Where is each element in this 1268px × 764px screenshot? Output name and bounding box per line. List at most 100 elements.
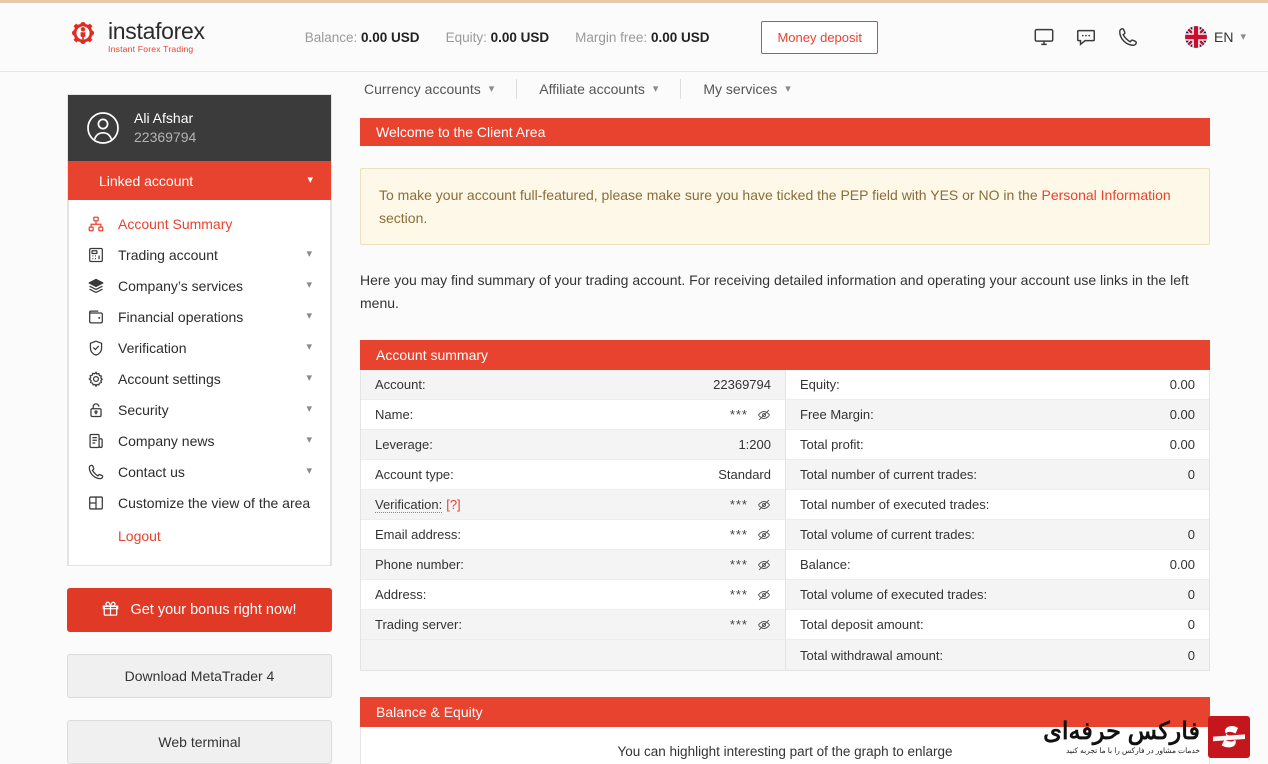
row-value: 0.00 xyxy=(1169,407,1195,423)
layout-icon xyxy=(87,494,105,512)
uk-flag-icon xyxy=(1185,26,1208,48)
sidebar-item-trading-account[interactable]: Trading account ▾ xyxy=(69,239,330,270)
row-value: 0.00 xyxy=(1169,437,1195,453)
sidebar-item-security[interactable]: Security ▾ xyxy=(69,394,330,425)
stat-margin-free-value: 0.00 USD xyxy=(650,29,710,45)
watermark-title: فارکس حرفه‌ای xyxy=(1043,717,1201,745)
gear-icon xyxy=(87,370,105,388)
phone-icon[interactable] xyxy=(1117,26,1139,48)
row-label: Leverage: xyxy=(375,437,433,453)
row-label: Address: xyxy=(375,587,427,603)
sidebar-item-label: Security xyxy=(118,401,169,418)
table-row: Account type: Standard xyxy=(361,460,785,491)
news-icon xyxy=(87,432,105,450)
sidebar-item-label: Trading account xyxy=(118,246,218,263)
intro-text: Here you may find summary of your tradin… xyxy=(360,272,1189,311)
row-value: 0.00 xyxy=(1169,377,1195,393)
sidebar-item-label: Account settings xyxy=(118,370,221,387)
table-row: Free Margin: 0.00 xyxy=(786,400,1209,431)
wallet-icon xyxy=(87,308,105,326)
brand-logo[interactable]: instaforex Instant Forex Trading xyxy=(66,20,205,54)
sidebar-item-customize-view[interactable]: Customize the view of the area xyxy=(69,487,330,518)
money-deposit-button[interactable]: Money deposit xyxy=(761,20,879,54)
chevron-down-icon: ▾ xyxy=(306,310,312,322)
masked-value: *** xyxy=(729,557,748,573)
sidebar-item-label: Customize the view of the area xyxy=(118,494,311,511)
chevron-down-icon: ▾ xyxy=(306,372,312,384)
page-root: instaforex Instant Forex Trading Balance… xyxy=(0,0,1268,764)
row-label: Account type: xyxy=(375,467,454,483)
shield-check-icon xyxy=(87,339,105,357)
table-row: Total volume of current trades: 0 xyxy=(786,520,1209,551)
gift-icon xyxy=(102,600,119,621)
sidebar-item-account-summary[interactable]: Account Summary xyxy=(69,208,330,239)
sidebar-item-label: Account Summary xyxy=(118,215,233,232)
masked-value: *** xyxy=(729,497,748,513)
stat-margin-free: Margin free: 0.00 USD xyxy=(575,30,709,45)
row-value: 0 xyxy=(1187,467,1195,483)
chevron-down-icon: ▾ xyxy=(307,174,313,186)
page-body: Ali Afshar 22369794 Linked account ▾ Acc… xyxy=(0,72,1268,764)
table-row: Verification: [?] *** xyxy=(361,490,785,521)
chevron-down-icon: ▾ xyxy=(785,82,791,95)
content-topnav: Currency accounts ▾ Affiliate accounts ▾… xyxy=(360,72,1210,106)
masked-value: *** xyxy=(729,617,748,633)
row-label: Total number of executed trades: xyxy=(800,497,990,513)
row-label: Name: xyxy=(375,407,414,423)
chevron-down-icon: ▾ xyxy=(306,248,312,260)
topnav-affiliate-accounts[interactable]: Affiliate accounts ▾ xyxy=(517,79,682,99)
sidebar-panel: Ali Afshar 22369794 Linked account ▾ Acc… xyxy=(67,94,332,566)
row-value: *** xyxy=(730,557,771,572)
eye-off-icon[interactable] xyxy=(757,588,771,602)
header-actions: EN ▾ xyxy=(1033,26,1246,48)
row-value: 0 xyxy=(1187,587,1195,603)
row-value: 0 xyxy=(1187,647,1195,663)
monitor-icon[interactable] xyxy=(1033,26,1055,48)
stat-balance-value: 0.00 USD xyxy=(361,29,420,45)
logout-link[interactable]: Logout xyxy=(69,520,330,551)
get-bonus-button[interactable]: Get your bonus right now! xyxy=(67,588,332,632)
language-selector[interactable]: EN ▾ xyxy=(1185,26,1246,48)
topnav-label: Affiliate accounts xyxy=(539,81,645,97)
sidebar-item-verification[interactable]: Verification ▾ xyxy=(69,332,330,363)
row-label: Free Margin: xyxy=(800,407,874,423)
web-terminal-button[interactable]: Web terminal xyxy=(67,720,332,764)
stat-equity: Equity: 0.00 USD xyxy=(446,30,550,45)
instaforex-logo-icon xyxy=(66,20,100,54)
sidebar-item-companys-services[interactable]: Company’s services ▾ xyxy=(69,270,330,301)
account-summary-table: Account: 22369794 Name: *** Leverage: 1:… xyxy=(360,370,1210,672)
personal-information-link[interactable]: Personal Information xyxy=(1042,187,1171,203)
watermark-logo-icon xyxy=(1208,716,1250,758)
sidebar-item-label: Financial operations xyxy=(118,308,244,325)
verification-help-badge[interactable]: [?] xyxy=(446,497,460,512)
masked-value: *** xyxy=(729,587,748,603)
brand-tagline: Instant Forex Trading xyxy=(108,44,194,55)
table-row: Name: *** xyxy=(361,400,785,431)
sidebar-item-contact-us[interactable]: Contact us ▾ xyxy=(69,456,330,487)
sidebar-item-account-settings[interactable]: Account settings ▾ xyxy=(69,363,330,394)
eye-off-icon[interactable] xyxy=(757,558,771,572)
topnav-my-services[interactable]: My services ▾ xyxy=(681,79,812,99)
sidebar-item-financial-operations[interactable]: Financial operations ▾ xyxy=(69,301,330,332)
eye-off-icon[interactable] xyxy=(757,528,771,542)
row-label: Total volume of executed trades: xyxy=(800,587,988,603)
topnav-currency-accounts[interactable]: Currency accounts ▾ xyxy=(360,79,518,99)
table-row: Account: 22369794 xyxy=(361,370,785,401)
chevron-down-icon: ▾ xyxy=(306,341,312,353)
chat-icon[interactable] xyxy=(1075,26,1097,48)
download-metatrader-button[interactable]: Download MetaTrader 4 xyxy=(67,654,332,698)
sidebar-item-company-news[interactable]: Company news ▾ xyxy=(69,425,330,456)
verification-label[interactable]: Verification: xyxy=(375,497,443,514)
sitemap-icon xyxy=(87,215,105,233)
eye-off-icon[interactable] xyxy=(757,408,771,422)
eye-off-icon[interactable] xyxy=(757,618,771,632)
row-label: Balance: xyxy=(800,557,851,573)
user-id: 22369794 xyxy=(134,129,197,145)
calculator-icon xyxy=(87,246,105,264)
row-label: Total withdrawal amount: xyxy=(800,647,944,663)
sidebar-item-linked-account[interactable]: Linked account ▾ xyxy=(68,161,331,203)
chevron-down-icon: ▾ xyxy=(306,403,312,415)
row-value: *** xyxy=(730,497,771,512)
row-value: *** xyxy=(730,527,771,542)
eye-off-icon[interactable] xyxy=(757,498,771,512)
